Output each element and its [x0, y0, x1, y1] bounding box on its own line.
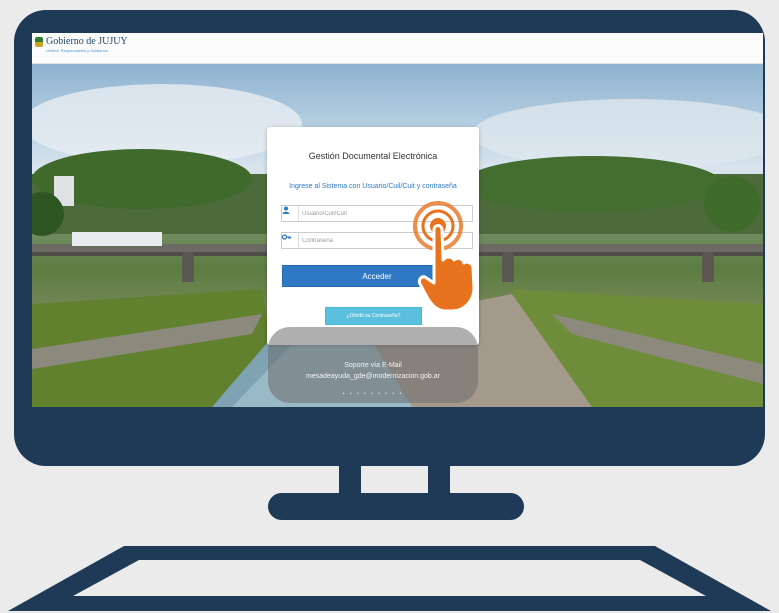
monitor-stand — [268, 493, 524, 520]
brand-name: Gobierno de JUJUY — [46, 36, 128, 47]
monitor-neck-left — [339, 466, 361, 494]
support-panel: Soporte vía E-Mail mesadeayuda_gde@moder… — [268, 327, 478, 403]
monitor-neck-right — [428, 466, 450, 494]
jujuy-logo-icon — [35, 37, 43, 47]
carousel-dots[interactable]: • • • • • • • • • — [268, 391, 478, 397]
user-icon — [282, 206, 299, 221]
keyboard-illustration — [8, 546, 771, 611]
page-title: Gestión Documental Electrónica — [308, 151, 438, 161]
top-bar: Gobierno de JUJUY Unidos, Responsables y… — [32, 33, 763, 64]
support-title: Soporte vía E-Mail — [344, 362, 402, 369]
key-icon — [282, 233, 299, 248]
brand-tagline: Unidos, Responsables y Solidarios — [46, 48, 108, 53]
tap-hand-icon — [413, 201, 476, 313]
support-email-link[interactable]: mesadeayuda_gde@modernizacion.gob.ar — [268, 373, 478, 380]
